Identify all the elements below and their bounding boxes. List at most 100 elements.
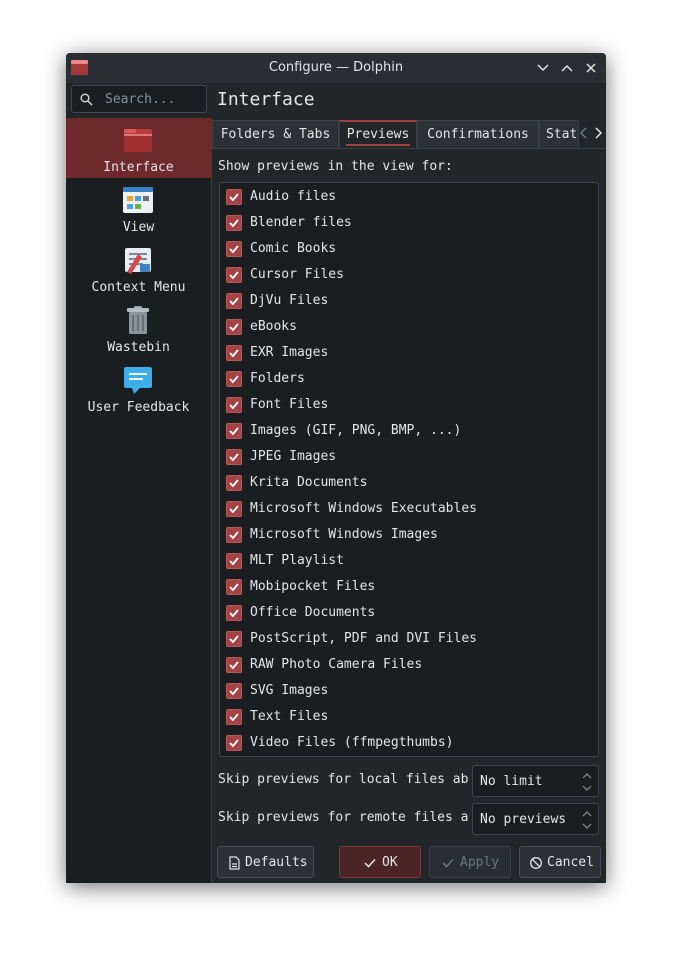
tab-scroll-right-icon[interactable] <box>592 126 604 140</box>
checkbox[interactable] <box>226 371 242 387</box>
preview-type-label: PostScript, PDF and DVI Files <box>250 631 477 646</box>
checkbox[interactable] <box>226 319 242 335</box>
sidebar-item-label: View <box>122 220 155 235</box>
preview-type-label: EXR Images <box>250 345 329 360</box>
sidebar-divider <box>211 118 212 883</box>
document-icon <box>227 856 241 870</box>
checkbox[interactable] <box>226 189 242 205</box>
preview-type-label: DjVu Files <box>250 293 329 308</box>
tab-previews[interactable]: Previews <box>339 120 417 148</box>
skip-local-spinbox[interactable]: No limit <box>472 765 599 797</box>
sidebar-item-label: Context Menu <box>91 280 186 295</box>
preview-type-label: Video Files (ffmpegthumbs) <box>250 735 454 750</box>
preview-type-label: Microsoft Windows Images <box>250 527 438 542</box>
cancel-label: Cancel <box>547 855 594 870</box>
preview-type-label: MLT Playlist <box>250 553 344 568</box>
defaults-label: Defaults <box>245 855 308 870</box>
sidebar-item-label: User Feedback <box>87 400 190 415</box>
sidebar-item-user-feedback[interactable]: User Feedback <box>66 358 211 418</box>
tab-bar: Folders & Tabs Previews Confirmations St… <box>212 120 606 148</box>
sidebar-item-interface[interactable]: Interface <box>66 118 211 178</box>
preview-type-label: Blender files <box>250 215 352 230</box>
window-title: Configure — Dolphin <box>268 60 404 75</box>
sidebar-item-wastebin[interactable]: Wastebin <box>66 298 211 358</box>
checkbox[interactable] <box>226 215 242 231</box>
checkbox[interactable] <box>226 657 242 673</box>
ok-label: OK <box>382 855 398 870</box>
preview-type-label: Images (GIF, PNG, BMP, ...) <box>250 423 462 438</box>
check-icon <box>441 856 455 870</box>
previews-section-label: Show previews in the view for: <box>218 159 453 174</box>
checkbox[interactable] <box>226 553 242 569</box>
tab-status[interactable]: Stat <box>539 120 579 148</box>
category-sidebar: Interface View Context Menu Wastebin Use… <box>66 118 211 883</box>
checkbox[interactable] <box>226 423 242 439</box>
skip-remote-value: No previews <box>480 812 567 827</box>
checkbox[interactable] <box>226 267 242 283</box>
checkbox[interactable] <box>226 709 242 725</box>
search-icon <box>80 93 93 106</box>
preview-type-label: Text Files <box>250 709 329 724</box>
checkbox[interactable] <box>226 345 242 361</box>
apply-button[interactable]: Apply <box>429 846 511 878</box>
skip-remote-spinbox[interactable]: No previews <box>472 803 599 835</box>
preview-type-label: Cursor Files <box>250 267 344 282</box>
defaults-button[interactable]: Defaults <box>217 846 314 878</box>
ok-button[interactable]: OK <box>339 846 421 878</box>
skip-local-label: Skip previews for local files ab <box>218 772 468 787</box>
folder-icon <box>122 124 154 156</box>
preview-type-label: RAW Photo Camera Files <box>250 657 423 672</box>
tab-label: Folders & Tabs <box>220 127 331 142</box>
checkbox[interactable] <box>226 683 242 699</box>
close-button[interactable] <box>584 61 598 75</box>
minimize-button[interactable] <box>536 61 550 75</box>
view-icon <box>122 184 154 216</box>
checkbox[interactable] <box>226 631 242 647</box>
checkbox[interactable] <box>226 397 242 413</box>
apply-label: Apply <box>460 855 500 870</box>
cancel-button[interactable]: Cancel <box>519 846 601 878</box>
cancel-icon <box>529 856 543 870</box>
check-icon <box>363 856 377 870</box>
skip-remote-label: Skip previews for remote files a <box>218 810 468 825</box>
tab-label: Previews <box>346 127 410 142</box>
sidebar-item-context-menu[interactable]: Context Menu <box>66 238 211 298</box>
maximize-button[interactable] <box>560 61 574 75</box>
checkbox[interactable] <box>226 449 242 465</box>
preview-types-list[interactable]: Audio files Blender files Comic Books Curso… <box>219 182 599 757</box>
preview-type-label: Folders <box>250 371 305 386</box>
tab-folders-tabs[interactable]: Folders & Tabs <box>212 120 339 148</box>
spin-arrows-icon[interactable] <box>582 809 592 831</box>
checkbox[interactable] <box>226 605 242 621</box>
checkbox[interactable] <box>226 579 242 595</box>
search-placeholder: Search... <box>105 92 176 107</box>
checkbox[interactable] <box>226 735 242 751</box>
wastebin-icon <box>122 304 154 336</box>
checkbox[interactable] <box>226 293 242 309</box>
preview-type-label: Font Files <box>250 397 329 412</box>
tab-scroll-left-icon[interactable] <box>578 126 590 140</box>
tab-confirmations[interactable]: Confirmations <box>417 120 539 148</box>
configure-dialog: Configure — Dolphin Search... Interface <box>66 53 606 883</box>
checkbox[interactable] <box>226 241 242 257</box>
preview-type-label: Krita Documents <box>250 475 368 490</box>
preview-type-label: Audio files <box>250 189 337 204</box>
checkbox[interactable] <box>226 501 242 517</box>
spin-arrows-icon[interactable] <box>582 771 592 793</box>
checkbox[interactable] <box>226 527 242 543</box>
search-input[interactable]: Search... <box>71 85 207 113</box>
sidebar-item-view[interactable]: View <box>66 178 211 238</box>
preview-type-label: Mobipocket Files <box>250 579 376 594</box>
preview-type-label: JPEG Images <box>250 449 337 464</box>
preview-type-label: eBooks <box>250 319 297 334</box>
sidebar-item-label: Wastebin <box>107 340 170 355</box>
tab-divider <box>212 148 606 149</box>
title-bar[interactable]: Configure — Dolphin <box>66 53 606 83</box>
tab-label: Stat <box>546 127 578 142</box>
checkbox[interactable] <box>226 475 242 491</box>
preview-type-label: Office Documents <box>250 605 376 620</box>
skip-local-value: No limit <box>480 774 543 789</box>
page-title: Interface <box>217 89 315 110</box>
context-menu-icon <box>122 244 154 276</box>
sidebar-item-label: Interface <box>103 160 174 175</box>
